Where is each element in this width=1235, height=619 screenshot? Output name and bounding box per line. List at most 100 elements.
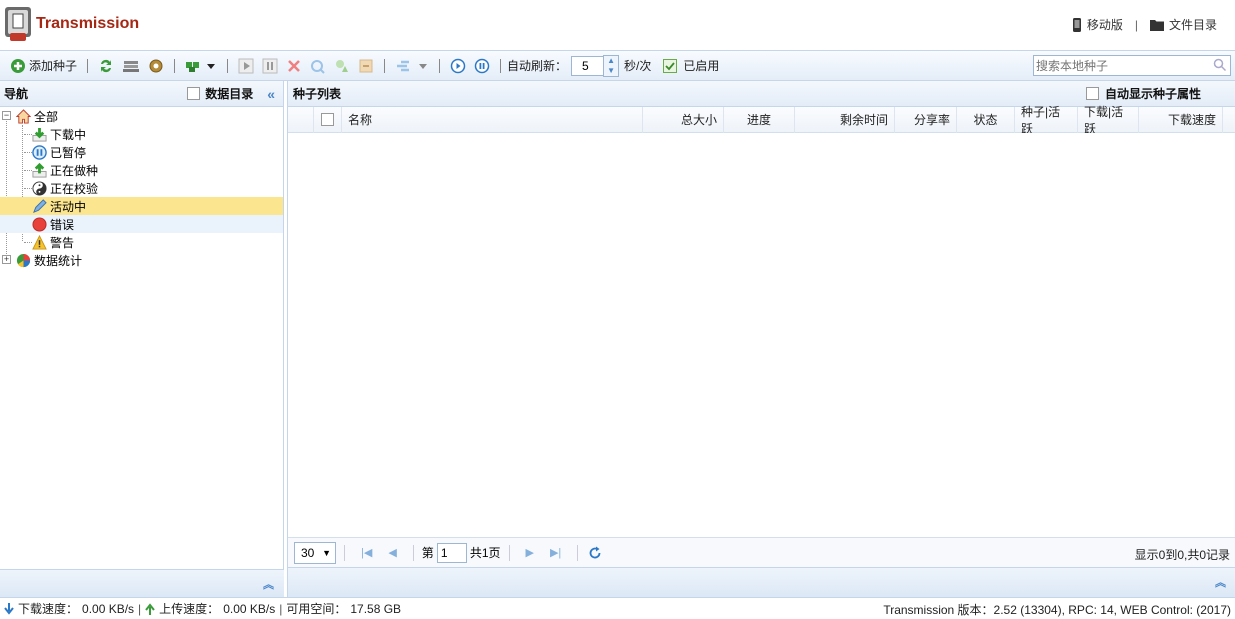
column-header-ratio[interactable]: 分享率 [895, 106, 957, 133]
spin-up-icon[interactable]: ▲ [604, 56, 618, 66]
tree-item-paused[interactable]: 已暂停 [0, 143, 283, 161]
grid-header-row: 名称 总大小 进度 剩余时间 分享率 状态 种子|活跃 下载|活跃 下载速度 [288, 105, 1235, 136]
pager-separator [508, 544, 510, 561]
nav-footer: ︽ [0, 569, 284, 597]
free-space-label: 可用空间： [286, 602, 347, 616]
first-page-icon[interactable]: |◀ [353, 546, 380, 559]
auto-show-attributes-checkbox[interactable] [1085, 87, 1099, 100]
data-dir-checkbox[interactable] [187, 87, 201, 100]
search-icon[interactable] [1213, 58, 1227, 72]
refresh-interval-spinner[interactable]: ▲ ▼ [603, 54, 620, 77]
expand-up-icon[interactable]: ︽ [1215, 574, 1226, 590]
spin-down-icon[interactable]: ▼ [604, 66, 618, 76]
search-input[interactable] [1034, 56, 1204, 75]
expand-toggle-icon[interactable]: + [2, 255, 11, 264]
interval-unit-label: 秒/次 [624, 59, 652, 73]
current-page-input[interactable] [436, 542, 467, 563]
pie-chart-icon [16, 253, 31, 267]
rename-torrent-button[interactable] [354, 54, 378, 78]
page-size-select[interactable]: 30 ▼ [294, 541, 336, 564]
puzzle-icon [186, 61, 200, 72]
download-speed-value: 0.00 KB/s [82, 601, 135, 616]
server-settings-button[interactable] [118, 54, 144, 78]
add-plus-icon [11, 58, 25, 73]
previous-page-icon[interactable]: ◀ [380, 546, 404, 559]
add-torrent-button[interactable]: 添加种子 [6, 54, 81, 78]
column-header-peers[interactable]: 下载|活跃 [1078, 105, 1139, 136]
toolbar-separator [384, 58, 386, 73]
pager-separator [412, 544, 414, 561]
select-all-column[interactable] [314, 106, 342, 133]
warning-icon [32, 234, 47, 250]
select-all-checkbox[interactable] [321, 113, 334, 126]
auto-refresh-toggle[interactable]: 已启用 [659, 54, 723, 78]
tree-item-active[interactable]: 活动中 [0, 197, 283, 215]
free-space-value: 17.58 GB [350, 601, 402, 616]
plugins-menu-button[interactable] [181, 54, 221, 78]
last-page-icon[interactable]: ▶| [542, 546, 569, 559]
dropdown-arrow-icon [207, 63, 216, 69]
mobile-version-label: 移动版 [1086, 18, 1123, 32]
column-header-name[interactable]: 名称 [342, 106, 643, 133]
download-speed-item: 下载速度： 0.00 KB/s [4, 600, 134, 617]
system-config-button[interactable] [144, 54, 168, 78]
nav-title: 导航 [4, 87, 29, 101]
column-header-size[interactable]: 总大小 [643, 106, 724, 133]
reload-page-icon[interactable] [588, 546, 602, 560]
collapse-nav-button[interactable]: « [267, 86, 275, 102]
pause-torrent-button[interactable] [258, 54, 282, 78]
column-header-label: 种子|活跃 [1021, 104, 1061, 136]
recheck-torrent-button[interactable] [306, 54, 330, 78]
data-dir-label: 数据目录 [205, 87, 254, 101]
speed-limit-menu-button[interactable] [391, 54, 433, 78]
column-header-download-speed[interactable]: 下载速度 [1139, 106, 1223, 133]
tree-item-seeding[interactable]: 正在做种 [0, 161, 283, 179]
collapse-toggle-icon[interactable]: − [2, 111, 11, 120]
checkbox-checked-icon [663, 58, 678, 73]
tree-item-downloading[interactable]: 下载中 [0, 125, 283, 143]
tree-item-all[interactable]: − 全部 [0, 107, 283, 125]
file-directory-link[interactable]: 文件目录 [1149, 16, 1217, 33]
tree-item-error[interactable]: 错误 [0, 215, 283, 233]
tree-item-warning[interactable]: 警告 [0, 233, 283, 251]
column-header-label: 名称 [348, 113, 373, 127]
pause-all-button[interactable] [470, 54, 494, 78]
start-torrent-button[interactable] [234, 54, 258, 78]
column-header-remaining-time[interactable]: 剩余时间 [795, 106, 895, 133]
expand-up-icon[interactable]: ︽ [263, 576, 274, 592]
column-header-label: 剩余时间 [839, 113, 888, 127]
dropdown-arrow-icon: ▼ [322, 547, 331, 558]
column-header-status[interactable]: 状态 [957, 106, 1015, 133]
column-header-progress[interactable]: 进度 [724, 106, 795, 133]
tree-item-label: 警告 [50, 235, 75, 250]
start-all-button[interactable] [446, 54, 470, 78]
column-header-seeds[interactable]: 种子|活跃 [1015, 105, 1078, 136]
torrent-list-panel: 种子列表 自动显示种子属性 名称 总大小 进度 剩余时间 分享率 状态 种子|活… [287, 81, 1235, 597]
tree-item-statistics[interactable]: + 数据统计 [0, 251, 283, 269]
server-stack-icon [123, 60, 140, 72]
status-bar: 下载速度： 0.00 KB/s | 上传速度： 0.00 KB/s | 可用空间… [0, 597, 1235, 619]
app-title: Transmission [36, 15, 140, 32]
pencil-icon [33, 198, 47, 213]
page-prefix-label: 第 [421, 546, 434, 560]
download-arrow-icon [32, 127, 47, 142]
auto-show-attributes-toggle[interactable]: 自动显示种子属性 [1085, 85, 1201, 102]
mobile-phone-icon [1072, 17, 1081, 32]
error-circle-icon [32, 216, 47, 232]
remove-torrent-button[interactable] [282, 54, 306, 78]
play-circle-icon [450, 58, 466, 73]
reload-button[interactable] [94, 54, 118, 78]
tree-item-label: 已暂停 [50, 145, 87, 160]
mobile-version-link[interactable]: 移动版 [1072, 16, 1123, 33]
torrent-panel-footer: ︽ [288, 567, 1235, 597]
transmission-logo-icon [5, 7, 31, 41]
toolbar-separator [227, 58, 229, 73]
data-dir-toggle[interactable]: 数据目录 [187, 85, 253, 102]
reannounce-button[interactable] [330, 54, 354, 78]
tree-item-checking[interactable]: 正在校验 [0, 179, 283, 197]
tree-item-label: 正在做种 [50, 163, 99, 178]
rename-icon [359, 59, 373, 72]
refresh-interval-input[interactable] [571, 55, 604, 76]
next-page-icon[interactable]: ▶ [518, 546, 542, 559]
file-directory-label: 文件目录 [1168, 18, 1217, 32]
